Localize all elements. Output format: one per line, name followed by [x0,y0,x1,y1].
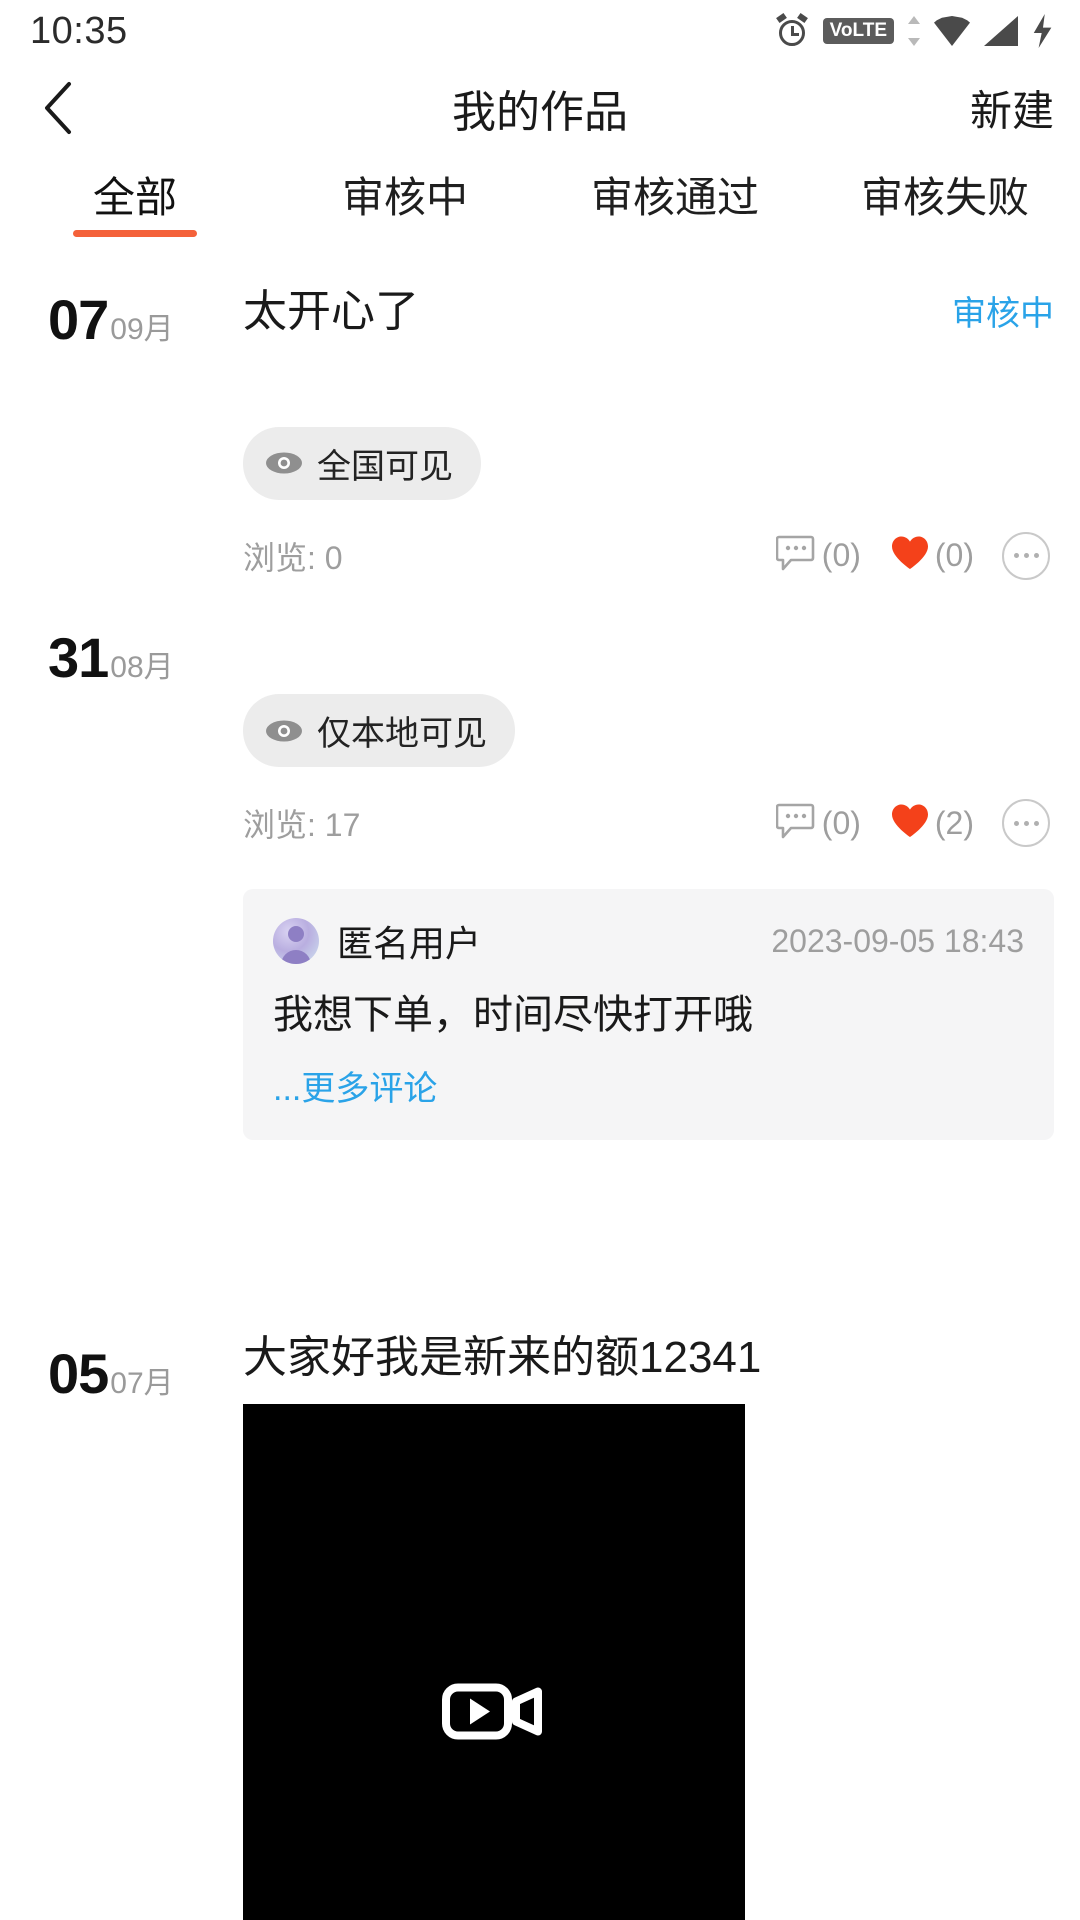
entry-header: 太开心了 审核中 [243,262,1054,339]
views-value: 0 [324,539,343,576]
alarm-icon [775,12,809,48]
entry-title[interactable]: 太开心了 [243,286,419,339]
comment-text: 我想下单，时间尽快打开哦 [273,993,753,1037]
signal-icon [984,16,1018,46]
heart-icon [889,801,931,846]
comment-timestamp: 2023-09-05 18:43 [771,922,1024,959]
entry-header: 大家好我是新来的额12341 [243,1332,1054,1396]
entry-date-day: 05 [48,1342,109,1405]
tab-approved[interactable]: 审核通过 [540,154,810,225]
dot [1023,553,1029,559]
like-count: (0) [934,537,974,574]
entry-date-month: 08月 [110,651,174,684]
volte-badge: VoLTE [822,18,894,44]
comment-card[interactable]: 匿名用户 2023-09-05 18:43 我想下单，时间尽快打开哦 ...更多… [243,889,1054,1140]
eye-icon [265,718,303,744]
more-options-button[interactable] [1002,531,1050,580]
comment-user-name: 匿名用户 [337,923,482,964]
entry-date-month: 07月 [110,1367,174,1400]
entry-date: 31 08月 [48,630,174,686]
views-count: 浏览: 17 [243,800,360,846]
comment-header: 匿名用户 2023-09-05 18:43 [273,915,1024,967]
entry-title[interactable]: 大家好我是新来的额12341 [243,1332,761,1385]
status-bar-icons: VoLTE [775,12,1054,48]
tab-all-label: 全部 [92,174,177,221]
status-bar-time: 10:35 [30,9,128,52]
entry-actions: (0) (0) [775,531,1050,580]
entry-actions: (0) (2) [775,799,1050,847]
visibility-badge: 仅本地可见 [243,694,515,767]
dot [1013,553,1019,559]
entry-date-day: 07 [48,288,109,351]
eye-icon [265,450,303,476]
tab-all[interactable]: 全部 [0,154,270,237]
tab-bar: 全部 审核中 审核通过 审核失败 [0,154,1080,258]
heart-icon [889,533,931,578]
entry-stats: 浏览: 17 (0) (2) [243,799,1054,847]
data-arrows-icon [908,16,920,46]
new-button[interactable]: 新建 [970,78,1054,139]
views-count: 浏览: 0 [243,533,343,579]
tab-rejected[interactable]: 审核失败 [810,154,1080,225]
dot [1023,820,1029,826]
tab-active-indicator [73,230,197,237]
video-thumbnail[interactable] [243,1404,745,1920]
wifi-icon [934,16,970,46]
tab-approved-label: 审核通过 [590,174,759,221]
page-title: 我的作品 [452,88,628,137]
more-options-button[interactable] [1002,799,1050,847]
entry-body: 仅本地可见 浏览: 17 (0) (2) 匿名用户 2023-09-05 18:… [243,602,1080,1140]
entry-body: 大家好我是新来的额12341 [243,1332,1080,1920]
entry-date-day: 31 [48,626,109,689]
comment-user: 匿名用户 [273,915,481,967]
feed-entry[interactable]: 05 07月 大家好我是新来的额12341 [0,1332,1080,1920]
entry-date-month: 09月 [110,313,174,346]
entry-body: 太开心了 审核中 全国可见 浏览: 0 (0) (0) [243,262,1080,580]
dot [1033,820,1039,826]
dot [1013,820,1019,826]
feed-entry[interactable]: 31 08月 仅本地可见 浏览: 17 (0) (2) 匿名用户 2023-09… [0,602,1080,1332]
nav-header: 我的作品 新建 [0,62,1080,154]
views-value: 17 [324,807,361,843]
works-feed[interactable]: 07 09月 太开心了 审核中 全国可见 浏览: 0 (0) (0) 31 08… [0,262,1080,1920]
visibility-label: 全国可见 [317,447,453,486]
battery-charging-icon [1033,14,1052,48]
tab-reviewing[interactable]: 审核中 [270,154,540,225]
like-action[interactable]: (0) [889,533,974,578]
feed-entry[interactable]: 07 09月 太开心了 审核中 全国可见 浏览: 0 (0) (0) [0,262,1080,602]
entry-date: 07 09月 [48,292,174,348]
video-camera-play-icon [442,1676,546,1753]
comment-count: (0) [821,804,861,841]
entry-date: 05 07月 [48,1346,174,1402]
visibility-badge: 全国可见 [243,426,481,500]
status-bar: 10:35 VoLTE [0,0,1080,62]
dot [1033,553,1039,559]
comment-bubble-icon [775,801,818,846]
comment-action[interactable]: (0) [775,533,861,578]
comment-bubble-icon [775,533,818,578]
more-comments-link[interactable]: ...更多评论 [273,1061,437,1110]
like-count: (2) [934,804,974,841]
tab-reviewing-label: 审核中 [341,174,468,221]
visibility-label: 仅本地可见 [317,715,487,753]
entry-stats: 浏览: 0 (0) (0) [243,531,1054,580]
comment-count: (0) [821,537,861,574]
status-badge: 审核中 [952,295,1054,333]
avatar [273,918,319,964]
comment-action[interactable]: (0) [775,801,861,846]
views-label: 浏览: [243,539,316,576]
views-label: 浏览: [243,807,316,843]
like-action[interactable]: (2) [889,801,974,846]
tab-rejected-label: 审核失败 [860,174,1029,221]
